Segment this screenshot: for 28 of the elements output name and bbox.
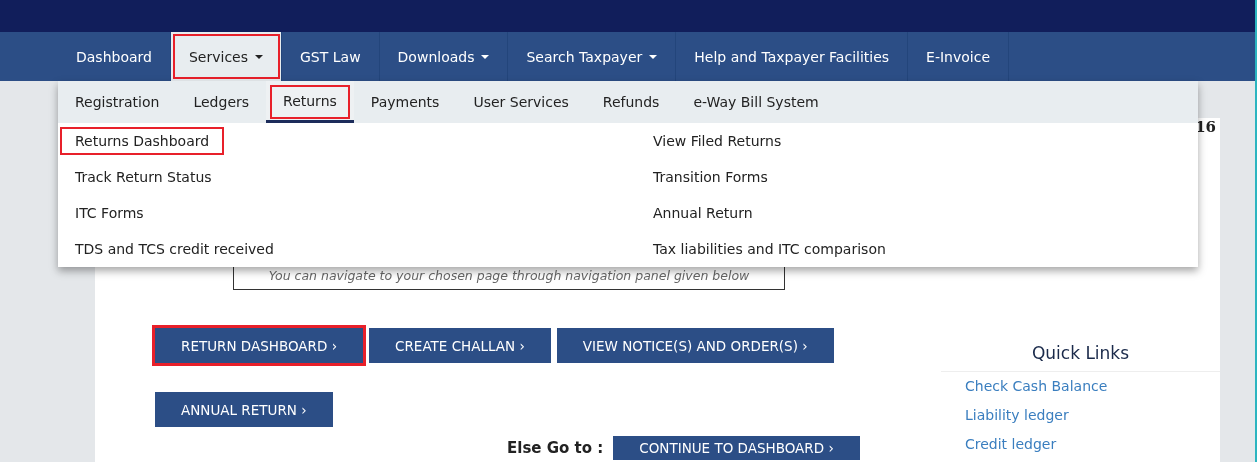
action-button[interactable]: RETURN DASHBOARD › (155, 328, 364, 363)
menu-item[interactable]: Track Return Status (60, 163, 227, 191)
menu-item[interactable]: Returns Dashboard (60, 127, 225, 155)
submenu-tab[interactable]: Payments (353, 81, 457, 123)
hint-text: You can navigate to your chosen page through navigation panel given below (268, 268, 750, 283)
number-text: 16 (1195, 118, 1216, 138)
action-button[interactable]: VIEW NOTICE(S) AND ORDER(S) › (556, 328, 834, 363)
quick-link[interactable]: Check Cash Balance (941, 372, 1220, 401)
menu-item[interactable]: TDS and TCS credit received (60, 235, 289, 263)
quick-links-title: Quick Links (941, 343, 1220, 372)
quick-link[interactable]: Credit ledger (941, 430, 1220, 459)
menu-item[interactable]: Transition Forms (638, 163, 783, 191)
submenu-tab[interactable]: Returns (266, 81, 354, 123)
action-button[interactable]: ANNUAL RETURN › (155, 392, 333, 427)
menu-item[interactable]: View Filed Returns (638, 127, 797, 155)
continue-button[interactable]: CONTINUE TO DASHBOARD › (613, 436, 860, 460)
nav-tab[interactable]: Services (170, 32, 282, 81)
else-label: Else Go to : (507, 439, 604, 457)
submenu-tab[interactable]: Refunds (585, 81, 677, 123)
menu-item[interactable]: ITC Forms (60, 199, 159, 227)
submenu-tab[interactable]: Ledgers (176, 81, 267, 123)
quick-link[interactable]: Liability ledger (941, 401, 1220, 430)
submenu-tab[interactable]: Registration (58, 81, 177, 123)
action-button[interactable]: CREATE CHALLAN › (369, 328, 551, 363)
submenu-tab[interactable]: User Services (456, 81, 586, 123)
menu-item[interactable]: Annual Return (638, 199, 768, 227)
menu-item[interactable]: Tax liabilities and ITC comparison (638, 235, 901, 263)
submenu-tab[interactable]: e-Way Bill System (676, 81, 836, 123)
